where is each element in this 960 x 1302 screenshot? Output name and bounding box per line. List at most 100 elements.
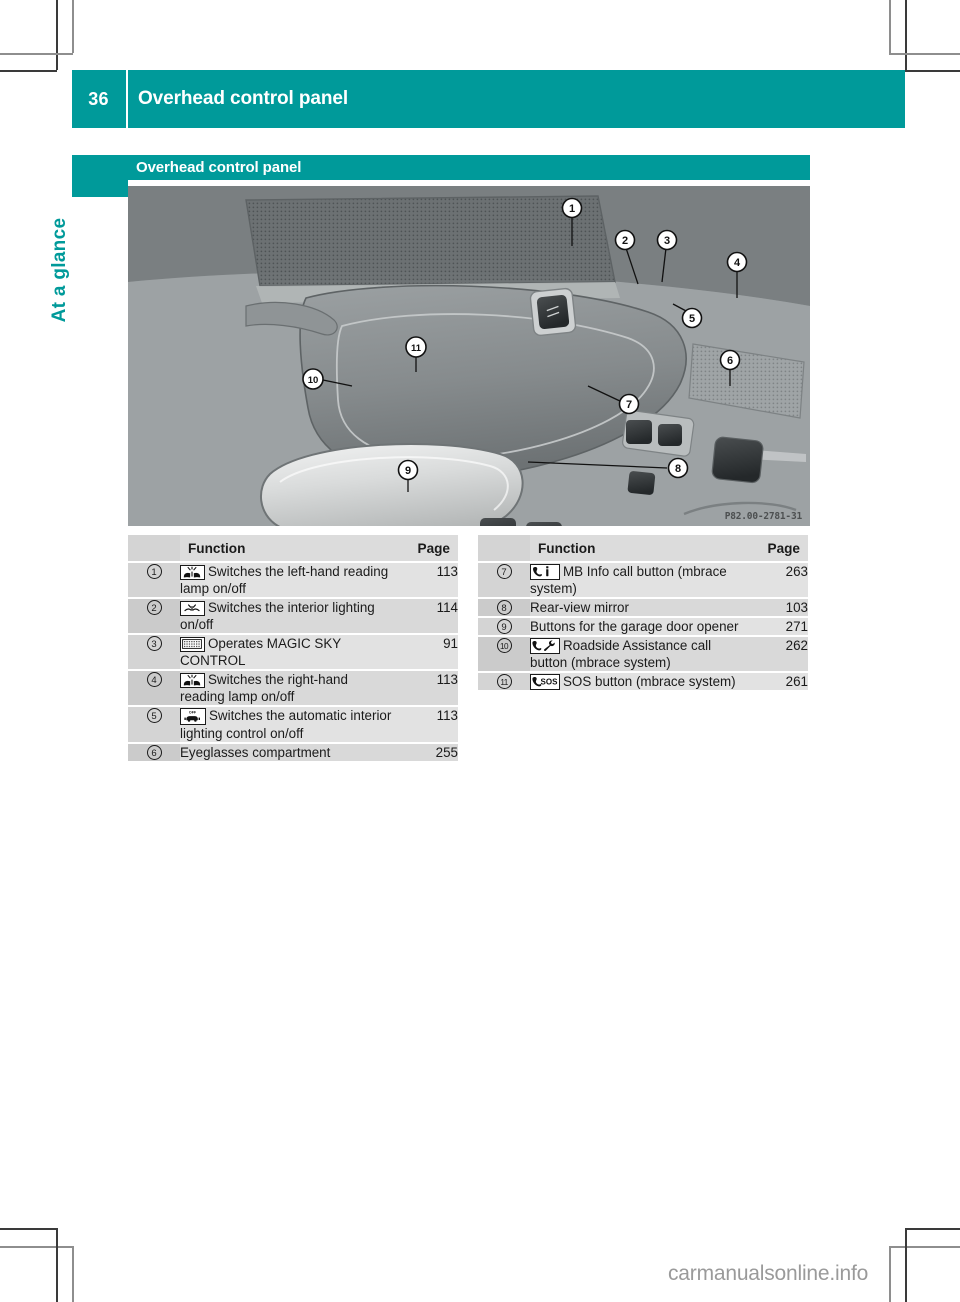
row-index-cell: 1 — [128, 562, 180, 600]
callout-number-2: 2 — [146, 600, 162, 616]
chapter-tab-label: At a glance — [49, 217, 70, 323]
row-page-cell: 113 — [393, 670, 458, 708]
table-row: 7 MB Info call button (mbrace system) 26… — [478, 562, 808, 600]
row-page-cell: 271 — [743, 617, 808, 638]
crop-mark-bottom-left-vertical-outer — [56, 1228, 58, 1302]
row-function-text: Switches the right-hand reading lamp on/… — [180, 672, 348, 705]
svg-text:SOS: SOS — [541, 678, 558, 687]
svg-text:11: 11 — [411, 343, 422, 354]
svg-text:2: 2 — [622, 235, 628, 247]
column-header-function: Function — [530, 535, 743, 563]
callout-number-11: 11 — [496, 674, 512, 690]
callout-number-4: 4 — [146, 672, 162, 688]
row-function-text: Switches the automatic interior lighting… — [180, 708, 392, 742]
row-page-cell: 113 — [393, 706, 458, 745]
crop-mark-bottom-right-vertical-inner — [889, 1246, 891, 1302]
column-header-index — [478, 535, 530, 563]
column-header-page: Page — [743, 535, 808, 563]
row-index-cell: 8 — [478, 598, 530, 619]
overhead-panel-illustration: 1 2 3 4 5 6 7 8 9 10 11 — [128, 186, 810, 526]
row-index-cell: 7 — [478, 562, 530, 600]
row-function-cell: Switches the left-hand reading lamp on/o… — [180, 562, 393, 600]
row-index-cell: 9 — [478, 617, 530, 638]
row-index-cell: 6 — [128, 743, 180, 764]
row-page-cell: 114 — [393, 598, 458, 636]
crop-mark-bottom-right-horizontal-outer — [905, 1228, 960, 1230]
row-function-text: Buttons for the garage door opener — [530, 619, 739, 635]
row-function-cell: Switches the interior lighting on/off — [180, 598, 393, 636]
row-function-cell: Switches the right-hand reading lamp on/… — [180, 670, 393, 708]
svg-text:3: 3 — [664, 235, 670, 247]
callout-number-5: 5 — [146, 708, 162, 724]
crop-mark-bottom-right-horizontal-inner — [889, 1246, 960, 1248]
row-index-cell: 4 — [128, 670, 180, 708]
crop-mark-top-left-horizontal-inner — [0, 53, 73, 55]
function-table-right: Function Page 7 MB Info call button (mbr… — [478, 535, 808, 693]
row-function-text: Rear-view mirror — [530, 600, 629, 616]
crop-mark-top-right-horizontal-inner — [889, 53, 960, 55]
page-title: Overhead control panel — [138, 88, 349, 109]
row-function-cell: Operates MAGIC SKY CONTROL — [180, 634, 393, 672]
sos-call-icon: SOS — [530, 674, 560, 691]
crop-mark-top-left-horizontal-outer — [0, 70, 57, 72]
row-index-cell: 3 — [128, 634, 180, 672]
table-row: 11 SOS SOS button (mbrace system) 261 — [478, 672, 808, 693]
row-index-cell: 5 — [128, 706, 180, 745]
row-function-text: Eyeglasses compartment — [180, 745, 331, 761]
row-page-cell: 91 — [393, 634, 458, 672]
site-watermark: carmanualsonline.info — [668, 1262, 869, 1285]
row-function-text: Switches the left-hand reading lamp on/o… — [180, 564, 389, 597]
row-index-cell: 11 — [478, 672, 530, 693]
callout-number-8: 8 — [496, 600, 512, 616]
figure-reference-code: P82.00-2781-31 — [724, 511, 802, 522]
header-divider — [126, 70, 128, 128]
table-header-row: Function Page — [128, 535, 458, 563]
table-row: 2 Switches the interior lighting on/off … — [128, 598, 458, 636]
mb-info-call-icon — [530, 564, 560, 580]
svg-text:4: 4 — [734, 257, 741, 269]
column-header-function: Function — [180, 535, 393, 563]
magic-sky-control-icon — [180, 637, 205, 653]
row-page-cell: 255 — [393, 743, 458, 764]
crop-mark-bottom-right-vertical-outer — [905, 1228, 907, 1302]
callout-number-10: 10 — [496, 638, 512, 654]
crop-mark-top-left-vertical-outer — [56, 0, 58, 70]
svg-text:8: 8 — [675, 463, 681, 475]
row-page-cell: 262 — [743, 636, 808, 674]
row-function-text: SOS button (mbrace system) — [563, 674, 736, 690]
row-index-cell: 10 — [478, 636, 530, 674]
svg-text:5: 5 — [689, 313, 695, 325]
table-row: 9 Buttons for the garage door opener 271 — [478, 617, 808, 638]
table-row: 6 Eyeglasses compartment 255 — [128, 743, 458, 764]
row-function-cell: MB Info call button (mbrace system) — [530, 562, 743, 600]
row-page-cell: 103 — [743, 598, 808, 619]
row-function-cell: Roadside Assistance call button (mbrace … — [530, 636, 743, 674]
roadside-assistance-icon — [530, 638, 560, 655]
page-number: 36 — [88, 88, 109, 109]
svg-text:7: 7 — [626, 399, 632, 411]
table-row: 1 Switches the left-hand reading lamp on… — [128, 562, 458, 600]
callout-number-6: 6 — [146, 745, 162, 761]
row-function-cell: Eyeglasses compartment — [180, 743, 393, 764]
crop-mark-top-left-vertical-inner — [72, 0, 74, 53]
crop-mark-top-right-vertical-inner — [889, 0, 891, 53]
row-index-cell: 2 — [128, 598, 180, 636]
crop-mark-top-right-vertical-outer — [905, 0, 907, 70]
row-function-cell: SOS SOS button (mbrace system) — [530, 672, 743, 693]
row-function-cell: OFF Switches the automatic interior light… — [180, 706, 393, 745]
svg-text:OFF: OFF — [189, 711, 197, 715]
column-header-page: Page — [393, 535, 458, 563]
table-row: 10 Roadside Assistance call button (mbra… — [478, 636, 808, 674]
callout-number-9: 9 — [496, 619, 512, 635]
table-row: 8 Rear-view mirror 103 — [478, 598, 808, 619]
overhead-control-panel-figure: 1 2 3 4 5 6 7 8 9 10 11 P82.00-2781-31 — [128, 186, 810, 526]
column-header-index — [128, 535, 180, 563]
table-row: 3 Operates MAGIC SKY CONTROL 91 — [128, 634, 458, 672]
reading-lamp-left-icon — [180, 565, 205, 580]
crop-mark-top-right-horizontal-outer — [905, 70, 960, 72]
chapter-tab-marker — [72, 155, 128, 197]
callout-number-7: 7 — [496, 564, 512, 579]
row-function-cell: Rear-view mirror — [530, 598, 743, 619]
table-row: 5 OFF Switches the automatic interior lig… — [128, 706, 458, 745]
row-page-cell: 261 — [743, 672, 808, 693]
